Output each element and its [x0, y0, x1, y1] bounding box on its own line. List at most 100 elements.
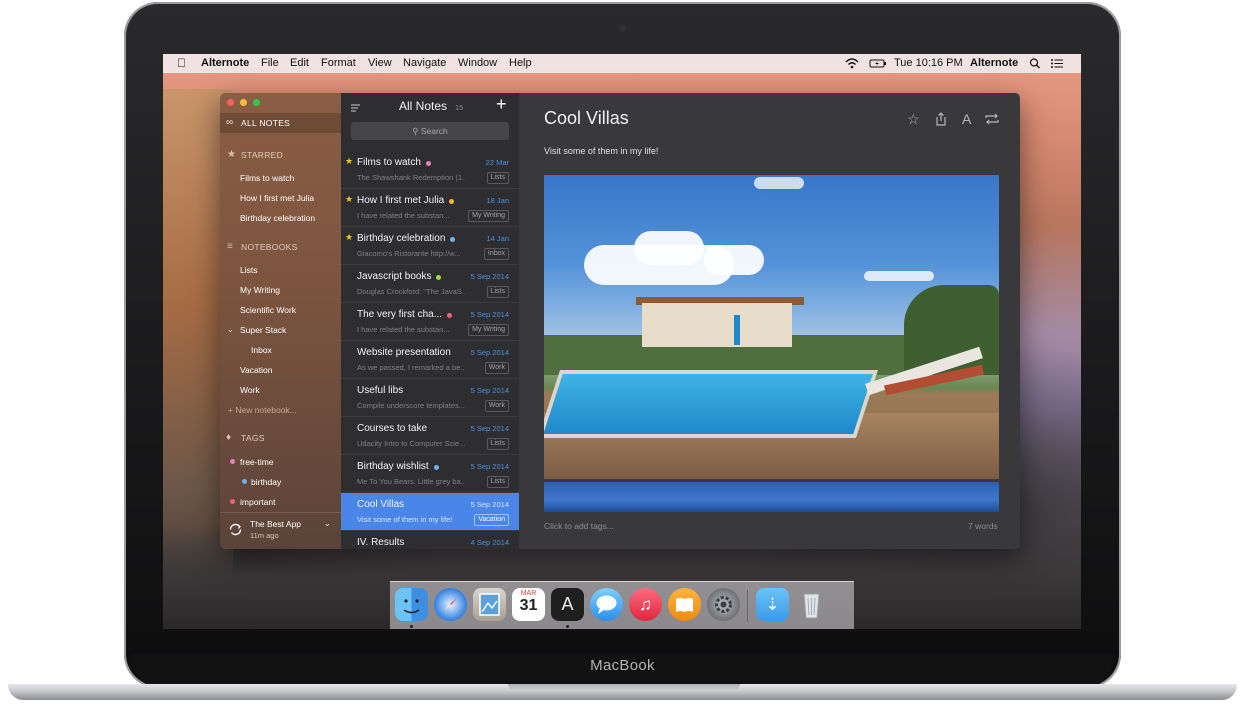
menu-view[interactable]: View — [368, 54, 392, 73]
sort-icon[interactable] — [351, 100, 361, 118]
share-icon[interactable] — [934, 111, 948, 132]
note-list-item[interactable]: Birthday wishlist 5 Sep 2014 Me To You Bea… — [341, 455, 519, 493]
menu-navigate[interactable]: Navigate — [403, 54, 446, 73]
preview-icon[interactable] — [473, 588, 506, 621]
note-item-date: 5 Sep 2014 — [470, 462, 509, 471]
star-icon: ★ — [345, 156, 354, 166]
downloads-folder-icon[interactable]: ⇣ — [756, 588, 789, 621]
note-item-title: Films to watch — [357, 157, 421, 168]
tag-icon: ♦ — [226, 432, 232, 443]
safari-icon[interactable] — [434, 588, 467, 621]
note-list-item[interactable]: The very first cha... 5 Sep 2014 I have re… — [341, 303, 519, 341]
sync-icon[interactable] — [228, 522, 243, 539]
new-notebook-button[interactable]: + New notebook... — [228, 400, 349, 420]
tag-dot — [230, 499, 235, 504]
notebooks-header: NOTEBOOKS — [241, 242, 298, 252]
note-item-notebook-badge: Lists — [486, 476, 509, 488]
battery-icon[interactable] — [869, 54, 887, 80]
note-list-item[interactable]: Courses to take 5 Sep 2014 Udacity Intro t… — [341, 417, 519, 455]
star-icon[interactable]: ☆ — [907, 111, 920, 128]
note-item-notebook-badge: Work — [484, 362, 509, 374]
tag-dot — [434, 465, 439, 470]
notebooks-section: ≡ NOTEBOOKS — [220, 237, 341, 257]
villa-photo[interactable] — [544, 175, 999, 479]
system-preferences-icon[interactable] — [707, 588, 740, 621]
tags-input[interactable]: Click to add tags... — [544, 521, 614, 531]
note-list-item[interactable]: Website presentation 5 Sep 2014 As we pass… — [341, 341, 519, 379]
note-list-item[interactable]: Cool Villas 5 Sep 2014 Visit some of them … — [341, 493, 519, 531]
sync-icon[interactable] — [984, 112, 1000, 131]
wifi-icon[interactable] — [845, 54, 859, 80]
menu-edit[interactable]: Edit — [290, 54, 309, 73]
note-list-item[interactable]: ★ Films to watch 22 Mar The Shawshank Redem… — [341, 151, 519, 189]
search-icon[interactable] — [1029, 54, 1041, 80]
menu-user[interactable]: Alternote — [970, 54, 1018, 73]
menu-file[interactable]: File — [261, 54, 279, 73]
list-icon[interactable] — [1050, 54, 1064, 80]
second-photo[interactable] — [544, 482, 999, 512]
menu-clock[interactable]: Tue 10:16 PM — [894, 54, 963, 73]
sidebar-tag-birthday[interactable]: birthday — [220, 472, 341, 492]
chevron-down-icon[interactable]: ⌄ — [227, 320, 234, 340]
tag-label: free-time — [240, 457, 274, 467]
note-body[interactable]: Visit some of them in my life! — [544, 146, 658, 156]
sidebar-item-super-stack[interactable]: ⌄ Super Stack — [220, 320, 341, 340]
running-indicator — [410, 625, 413, 628]
ibooks-icon[interactable] — [668, 588, 701, 621]
add-note-button[interactable]: + — [496, 94, 507, 115]
note-item-notebook-badge: Inbox — [483, 248, 509, 260]
sidebar-all-notes[interactable]: ∞ ALL NOTES — [220, 113, 341, 133]
note-item-notebook-badge: Lists — [486, 286, 509, 298]
tag-dot — [449, 199, 454, 204]
menu-format[interactable]: Format — [321, 54, 356, 73]
note-list-item[interactable]: Javascript books 5 Sep 2014 Douglas Crockf… — [341, 265, 519, 303]
note-item-date: 14 Jan — [486, 234, 509, 243]
note-item-snippet: I have related the substan... — [357, 211, 450, 220]
trash-icon[interactable] — [795, 588, 828, 621]
note-item-snippet: The Shawshank Redemption (1... — [357, 173, 465, 182]
note-item-notebook-badge: My Writing — [468, 210, 509, 222]
star-icon: ★ — [227, 149, 236, 160]
note-item-date: 5 Sep 2014 — [470, 500, 509, 509]
note-list-item[interactable]: ★ How I first met Julia 18 Jan I have relat… — [341, 189, 519, 227]
swimming-pool — [544, 370, 879, 438]
messages-icon[interactable] — [590, 588, 623, 621]
note-item-snippet: I have related the substan... — [357, 325, 450, 334]
menu-window[interactable]: Window — [458, 54, 497, 73]
sidebar: ∞ ALL NOTES ★ STARRED Films to watch How… — [220, 93, 341, 549]
tag-dot — [447, 313, 452, 318]
note-list-item[interactable]: Useful libs 5 Sep 2014 Compile underscore … — [341, 379, 519, 417]
finder-icon[interactable] — [395, 588, 428, 621]
note-list-item[interactable]: ★ Birthday celebration 14 Jan Giacomo's Ris… — [341, 227, 519, 265]
app-window: ∞ ALL NOTES ★ STARRED Films to watch How… — [220, 93, 1020, 549]
apple-icon[interactable]:  — [177, 54, 186, 73]
tag-dot — [242, 479, 247, 484]
calendar-icon[interactable]: MAR 31 — [512, 588, 545, 621]
font-icon[interactable]: A — [962, 111, 971, 127]
note-list-item[interactable]: IV. Results 4 Sep 2014 — [341, 531, 519, 549]
note-item-date: 5 Sep 2014 — [470, 310, 509, 319]
note-item-snippet: Compile underscore templates... — [357, 401, 465, 410]
starred-header: STARRED — [241, 150, 284, 160]
close-window-button[interactable] — [227, 99, 234, 106]
note-title[interactable]: Cool Villas — [544, 108, 629, 129]
star-icon: ★ — [345, 232, 354, 242]
menu-app-name[interactable]: Alternote — [201, 54, 249, 73]
sidebar-tag-free-time[interactable]: free-time — [220, 452, 341, 472]
zoom-window-button[interactable] — [253, 99, 260, 106]
note-item-snippet: Giacomo's Ristorante http://w... — [357, 249, 461, 258]
star-icon: ★ — [345, 194, 354, 204]
account-footer[interactable]: The Best App 11m ago ⌄ — [220, 512, 341, 549]
minimize-window-button[interactable] — [240, 99, 247, 106]
tags-section: ♦ TAGS — [220, 428, 341, 448]
note-item-date: 5 Sep 2014 — [470, 348, 509, 357]
note-item-title: Birthday celebration — [357, 233, 446, 244]
sidebar-tag-important[interactable]: important — [220, 492, 341, 512]
itunes-icon[interactable]: ♫ — [629, 588, 662, 621]
chevron-down-icon[interactable]: ⌄ — [324, 519, 331, 528]
note-item-notebook-badge: Lists — [486, 438, 509, 450]
alternote-icon[interactable]: A — [551, 588, 584, 621]
tag-dot — [426, 161, 431, 166]
menu-help[interactable]: Help — [509, 54, 532, 73]
search-input[interactable]: ⚲ Search — [351, 122, 509, 140]
